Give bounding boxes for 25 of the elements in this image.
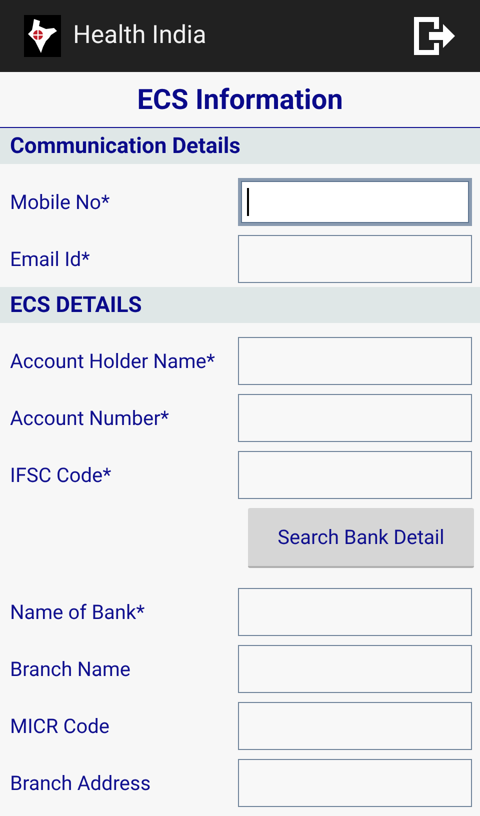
logout-icon[interactable] — [412, 15, 456, 57]
map-logo-icon — [24, 15, 61, 57]
field-label: Mobile No* — [10, 188, 111, 216]
input-field[interactable] — [238, 758, 472, 806]
page-title: ECS Information — [137, 82, 343, 118]
input-field[interactable] — [238, 644, 472, 692]
field-label: MICR Code — [10, 712, 111, 740]
section-header: ECS DETAILS — [0, 287, 480, 323]
field-label: Account Number* — [10, 404, 170, 432]
input-field[interactable] — [238, 394, 472, 442]
field-label: Name of Bank* — [10, 598, 146, 626]
field-label: Branch Name — [10, 656, 132, 682]
input-field[interactable] — [238, 234, 472, 282]
input-field[interactable] — [238, 588, 472, 636]
field-label: Branch Address — [10, 770, 152, 796]
input-field[interactable] — [238, 450, 472, 498]
search-bank-detail-button[interactable]: Search Bank Detail — [248, 508, 474, 568]
input-field[interactable] — [238, 178, 472, 226]
app-title: Health India — [73, 20, 208, 52]
input-field[interactable] — [238, 336, 472, 384]
section-header: Communication Details — [0, 128, 480, 164]
field-label: Account Holder Name* — [10, 348, 216, 374]
field-label: Email Id* — [10, 246, 91, 272]
input-field[interactable] — [238, 702, 472, 750]
field-label: IFSC Code* — [10, 462, 112, 488]
